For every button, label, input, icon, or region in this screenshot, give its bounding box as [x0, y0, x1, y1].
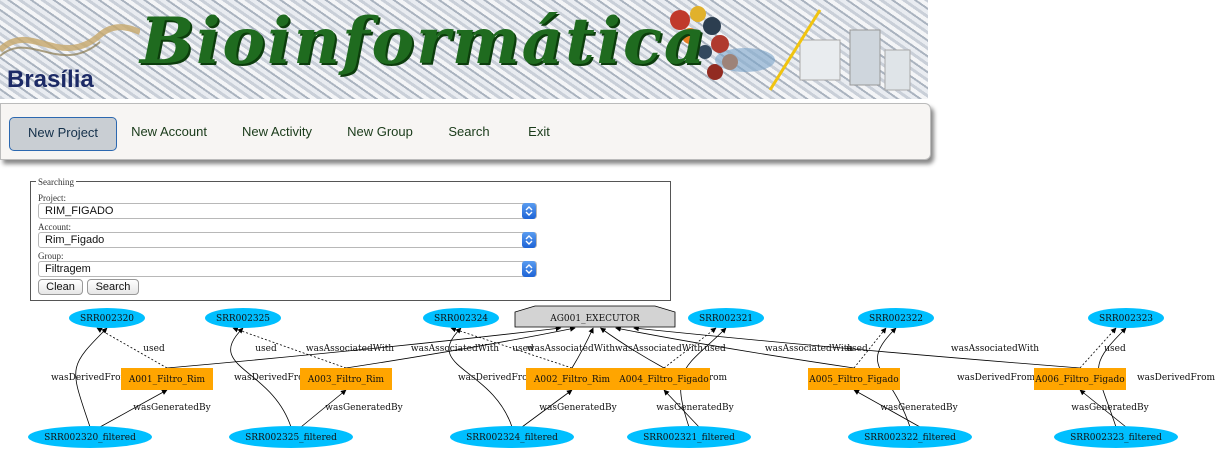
entity-label: SRR002320_filtered — [44, 433, 136, 443]
entity-label: SRR002321 — [699, 314, 753, 324]
edge-label-associated: wasAssociatedWith — [411, 344, 499, 354]
edge-label-derived: wasDerivedFrom — [1137, 373, 1216, 383]
edge-label-used: used — [143, 344, 165, 354]
edge-label-derived: wasDerivedFrom — [51, 373, 130, 383]
entity-label: SRR002323_filtered — [1070, 433, 1162, 443]
edge-label-used: used — [1104, 344, 1126, 354]
edge-label-generated: wasGeneratedBy — [880, 403, 958, 413]
entity-label: SRR002321_filtered — [643, 433, 735, 443]
edge-label-generated: wasGeneratedBy — [325, 403, 403, 413]
activity-label: A004_Filtro_Figado — [618, 375, 708, 385]
edge-label-generated: wasGeneratedBy — [656, 403, 734, 413]
entity-label: SRR002324_filtered — [466, 433, 558, 443]
edge-label-generated: wasGeneratedBy — [539, 403, 617, 413]
edge-label-associated: wasAssociatedWith — [765, 344, 853, 354]
entity-label: SRR002322_filtered — [864, 433, 956, 443]
entity-label: SRR002323 — [1099, 314, 1153, 324]
edge-label-associated: wasAssociatedWith — [951, 344, 1039, 354]
edge-label-associated: wasAssociatedWith — [527, 344, 615, 354]
entity-label: SRR002325_filtered — [245, 433, 337, 443]
edge-label-used: used — [255, 344, 277, 354]
activity-label: A003_Filtro_Rim — [307, 375, 385, 385]
edge-label-generated: wasGeneratedBy — [1071, 403, 1149, 413]
edge-label-derived: wasDerivedFrom — [458, 373, 537, 383]
activity-label: A002_Filtro_Rim — [533, 375, 611, 385]
entity-label: SRR002324 — [434, 314, 488, 324]
edge-label-associated: wasAssociatedWith — [306, 344, 394, 354]
entity-label: SRR002320 — [80, 314, 134, 324]
activity-label: A006_Filtro_Figado — [1034, 375, 1124, 385]
edge-label-generated: wasGeneratedBy — [133, 403, 211, 413]
activity-label: A001_Filtro_Rim — [128, 375, 206, 385]
edge-label-derived: wasDerivedFrom — [957, 373, 1036, 383]
agent-label: AG001_EXECUTOR — [549, 314, 640, 324]
entity-label: SRR002325 — [216, 314, 270, 324]
edge-label-associated: wasAssociatedWith — [615, 344, 703, 354]
edge-label-used: used — [704, 344, 726, 354]
provenance-graph: wasDerivedFrom wasDerivedFrom wasDerivedFr… — [28, 305, 1216, 448]
activity-label: A005_Filtro_Figado — [808, 375, 898, 385]
entity-label: SRR002322 — [869, 314, 923, 324]
